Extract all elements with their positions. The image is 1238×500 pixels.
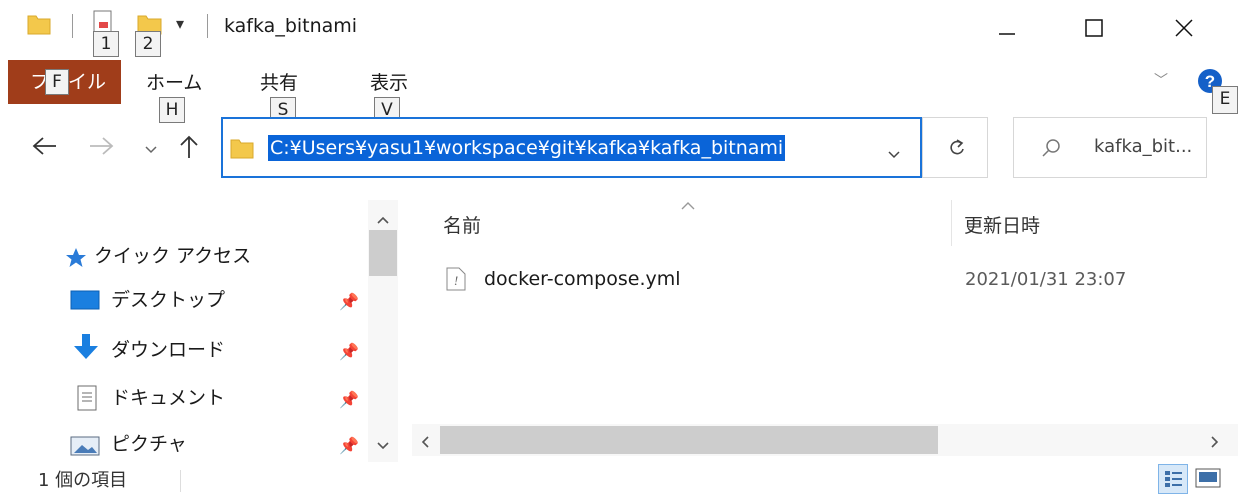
tab-view[interactable]: 表示 [370,70,408,96]
keytip-help: E [1212,86,1238,114]
window-title: kafka_bitnami [224,15,358,37]
nav-item-documents[interactable]: ドキュメント [111,385,225,411]
tab-share[interactable]: 共有 [260,70,298,96]
scroll-up-icon[interactable] [376,210,390,229]
large-icons-view-icon[interactable] [1194,466,1222,496]
file-modified-date: 2021/01/31 23:07 [965,269,1127,290]
nav-item-desktop[interactable]: デスクトップ [111,287,225,313]
quick-access-label[interactable]: クイック アクセス [94,243,251,269]
file-row[interactable]: ! docker-compose.yml 2021/01/31 23:07 [430,262,1238,298]
address-path[interactable]: C:¥Users¥yasu1¥workspace¥git¥kafka¥kafka… [268,135,786,161]
close-button[interactable] [1162,8,1206,48]
scroll-left-icon[interactable] [420,434,430,453]
recent-locations-icon[interactable] [144,140,158,159]
address-dropdown-icon[interactable] [887,145,901,164]
scroll-right-icon[interactable] [1210,434,1220,453]
svg-text:!: ! [454,273,458,288]
tab-home[interactable]: ホーム [146,70,202,96]
details-view-icon[interactable] [1158,464,1188,494]
maximize-button[interactable] [1072,8,1116,48]
column-header-modified[interactable]: 更新日時 [964,213,1040,239]
scroll-down-icon[interactable] [376,436,390,455]
keytip-file: F [45,69,69,95]
expand-ribbon-icon[interactable]: ﹀ [1154,70,1168,90]
navigation-pane: クイック アクセス デスクトップ 📌 ダウンロード 📌 ドキュメント 📌 ピクチ… [0,200,412,462]
search-placeholder: kafka_bit... [1094,136,1193,157]
quick-access-separator [72,14,73,38]
keytip-1: 1 [93,31,119,57]
content-scroll-thumb[interactable] [440,426,938,454]
title-bar: ▾ kafka_bitnami 1 2 [0,0,1238,57]
refresh-button[interactable] [922,117,988,178]
yml-file-icon: ! [446,267,466,295]
forward-icon[interactable] [88,135,114,161]
pin-icon[interactable]: 📌 [339,342,359,361]
keytip-2: 2 [135,31,161,57]
customize-quick-access-icon[interactable]: ▾ [176,14,184,33]
status-item-count: 1 個の項目 [38,470,128,491]
download-icon [73,333,99,365]
pictures-icon [70,435,100,461]
status-separator [180,470,181,492]
documents-icon [76,385,98,415]
minimize-button[interactable] [985,8,1029,48]
pin-icon[interactable]: 📌 [339,292,359,311]
pin-icon[interactable]: 📌 [339,436,359,455]
pin-icon[interactable]: 📌 [339,390,359,409]
nav-vertical-scrollbar[interactable] [368,200,398,462]
address-bar[interactable]: C:¥Users¥yasu1¥workspace¥git¥kafka¥kafka… [221,117,922,178]
sort-ascending-icon [680,196,696,215]
desktop-icon [70,288,100,316]
address-folder-icon [230,136,254,164]
nav-item-downloads[interactable]: ダウンロード [111,337,225,363]
keytip-home: H [159,97,185,123]
column-header-name[interactable]: 名前 [443,213,481,239]
title-separator [207,14,208,38]
search-box[interactable]: kafka_bit... [1013,117,1207,178]
search-icon [1040,137,1062,163]
up-icon[interactable] [178,134,200,164]
refresh-icon [947,138,967,162]
nav-scroll-thumb[interactable] [369,230,397,276]
folder-icon [27,12,51,40]
file-name: docker-compose.yml [484,268,681,290]
quick-access-star-icon [64,246,88,274]
column-divider[interactable] [951,200,952,246]
nav-item-pictures[interactable]: ピクチャ [111,431,187,457]
content-horizontal-scrollbar[interactable] [412,424,1238,456]
back-icon[interactable] [32,135,58,161]
